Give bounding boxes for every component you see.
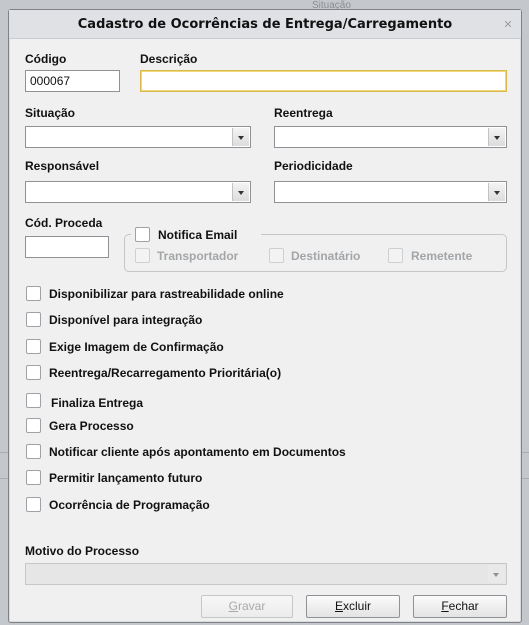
rastreabilidade-checkbox[interactable] [26,286,41,301]
notifica-email-checkbox[interactable] [135,227,150,242]
reentrega-label: Reentrega [274,106,333,120]
cod-proceda-input[interactable] [25,236,109,258]
chevron-down-icon[interactable] [232,183,249,201]
ocorrencia-programacao-label: Ocorrência de Programação [49,498,210,512]
situacao-select[interactable] [25,126,251,148]
lancamento-futuro-label: Permitir lançamento futuro [49,471,203,485]
title-bar[interactable]: Cadastro de Ocorrências de Entrega/Carre… [9,10,521,39]
chevron-down-icon[interactable] [488,565,505,583]
descricao-input[interactable] [140,70,507,92]
excluir-label: xcluir [343,599,372,613]
chevron-down-icon[interactable] [232,128,249,146]
destinatario-checkbox[interactable] [269,248,284,263]
dialog-title: Cadastro de Ocorrências de Entrega/Carre… [77,17,453,32]
rastreabilidade-label: Disponibilizar para rastreabilidade onli… [49,287,284,301]
group-legend: Notifica Email [131,224,261,244]
imagem-confirmacao-label: Exige Imagem de Confirmação [49,340,224,354]
excluir-button[interactable]: Excluir [306,595,400,618]
integracao-checkbox[interactable] [26,312,41,327]
notificar-cliente-checkbox[interactable] [26,444,41,459]
remetente-checkbox[interactable] [388,248,403,263]
transportador-label: Transportador [157,249,239,263]
gera-processo-checkbox[interactable] [26,418,41,433]
reentrega-prioritaria-label: Reentrega/Recarregamento Prioritária(o) [49,366,282,380]
imagem-confirmacao-checkbox[interactable] [26,339,41,354]
finaliza-entrega-label: Finaliza Entrega [51,396,144,410]
reentrega-prioritaria-checkbox[interactable] [26,365,41,380]
gera-processo-label: Gera Processo [49,419,134,433]
chevron-down-icon[interactable] [488,128,505,146]
cod-proceda-label: Cód. Proceda [25,216,103,230]
integracao-label: Disponível para integração [49,313,203,327]
motivo-label: Motivo do Processo [25,544,140,558]
fechar-button[interactable]: Fechar [413,595,507,618]
destinatario-label: Destinatário [291,249,361,263]
notifica-email-label: Notifica Email [158,228,238,242]
gravar-accesskey: G [228,599,238,613]
codigo-input[interactable]: 000067 [25,70,120,92]
fechar-accesskey: F [441,599,449,613]
motivo-select[interactable] [25,563,507,585]
periodicidade-select[interactable] [274,181,507,203]
descricao-label: Descrição [140,52,198,66]
periodicidade-label: Periodicidade [274,159,353,173]
finaliza-entrega-checkbox[interactable] [26,393,41,408]
reentrega-select[interactable] [274,126,507,148]
transportador-checkbox[interactable] [135,248,150,263]
lancamento-futuro-checkbox[interactable] [26,470,41,485]
codigo-label: Código [25,52,67,66]
notificar-cliente-label: Notificar cliente após apontamento em Do… [49,445,346,459]
chevron-down-icon[interactable] [488,183,505,201]
gravar-label: ravar [238,599,266,613]
excluir-accesskey: E [334,599,343,613]
close-icon[interactable]: ✕ [502,19,514,31]
ocorrencia-programacao-checkbox[interactable] [26,497,41,512]
responsavel-select[interactable] [25,181,251,203]
gravar-button[interactable]: Gravar [201,595,293,618]
occurrence-dialog: Cadastro de Ocorrências de Entrega/Carre… [8,9,522,623]
situacao-label: Situação [25,106,76,120]
fechar-label: echar [448,599,479,613]
remetente-label: Remetente [411,249,473,263]
responsavel-label: Responsável [25,159,100,173]
